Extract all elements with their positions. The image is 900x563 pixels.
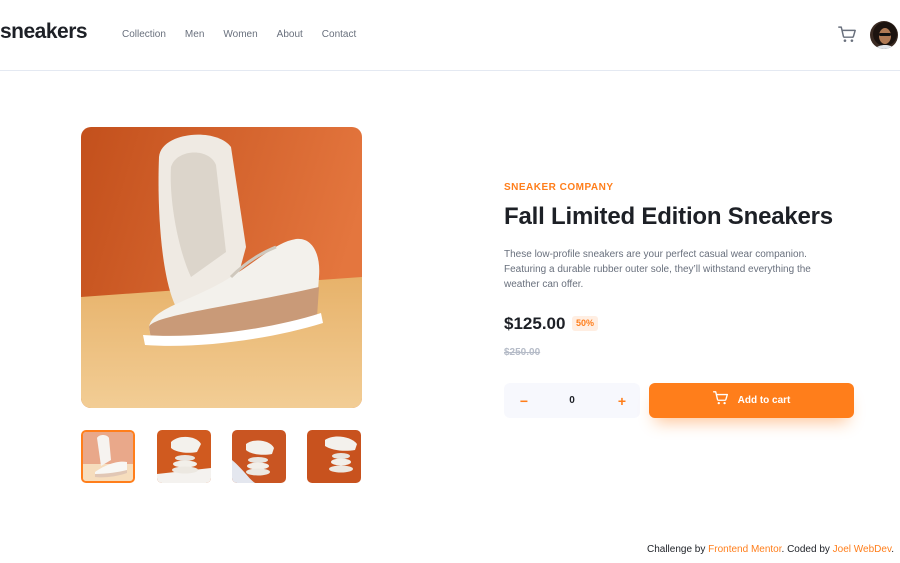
attribution: Challenge by Frontend Mentor. Coded by J…: [647, 544, 894, 555]
add-to-cart-label: Add to cart: [737, 395, 791, 406]
current-price: $125.00: [504, 314, 566, 333]
company-name: SNEAKER COMPANY: [504, 182, 614, 193]
nav-item-women[interactable]: Women: [223, 29, 257, 40]
main-nav: Collection Men Women About Contact: [122, 29, 375, 40]
cart-icon[interactable]: [838, 26, 856, 43]
product-title: Fall Limited Edition Sneakers: [504, 203, 833, 230]
add-to-cart-button[interactable]: Add to cart: [649, 383, 854, 418]
frontend-mentor-link[interactable]: Frontend Mentor: [708, 544, 781, 555]
author-link[interactable]: Joel WebDev: [833, 544, 892, 555]
product-description: These low-profile sneakers are your perf…: [504, 249, 811, 290]
original-price: $250.00: [504, 347, 541, 358]
logo[interactable]: sneakers: [0, 20, 88, 44]
thumbnail-1[interactable]: [81, 430, 135, 483]
product-main-image[interactable]: [81, 127, 362, 408]
nav-item-collection[interactable]: Collection: [122, 29, 166, 40]
site-header: sneakers Collection Men Women About Cont…: [0, 0, 900, 71]
attribution-middle: . Coded by: [781, 544, 833, 555]
thumbnail-4[interactable]: [307, 430, 361, 483]
attribution-prefix: Challenge by: [646, 544, 709, 555]
thumbnail-3[interactable]: [232, 430, 286, 483]
thumbnail-2[interactable]: [157, 430, 211, 483]
avatar[interactable]: [869, 20, 899, 50]
quantity-stepper: − 0 +: [504, 383, 640, 418]
plus-icon[interactable]: +: [612, 383, 632, 418]
cart-icon: [712, 391, 728, 410]
attribution-suffix: .: [891, 544, 894, 555]
minus-icon[interactable]: −: [514, 383, 534, 418]
nav-item-contact[interactable]: Contact: [322, 29, 356, 40]
nav-item-men[interactable]: Men: [185, 29, 204, 40]
discount-badge: 50%: [572, 316, 599, 331]
quantity-value: 0: [569, 395, 575, 406]
nav-item-about[interactable]: About: [277, 29, 303, 40]
